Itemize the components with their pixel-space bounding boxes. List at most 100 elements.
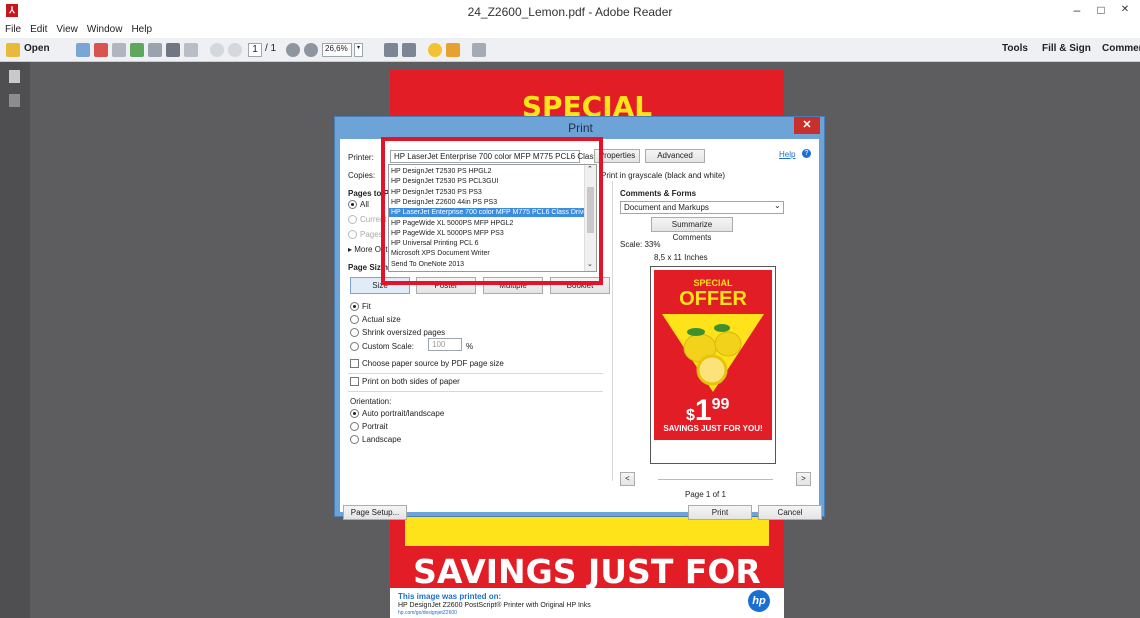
attachments-icon[interactable] xyxy=(9,94,20,107)
toolbar: Open 1 / 1 26,6% ▾ Tools Fill & Sign Com… xyxy=(0,38,1140,62)
next-page-icon[interactable] xyxy=(228,43,242,57)
summarize-comments-button[interactable]: Summarize Comments xyxy=(651,217,733,242)
grayscale-label[interactable]: Print in grayscale (black and white) xyxy=(601,171,725,180)
page-slider[interactable] xyxy=(658,479,773,480)
radio-pages-label: Pages xyxy=(360,230,383,239)
page-setup-button[interactable]: Page Setup... xyxy=(343,505,407,520)
radio-landscape[interactable] xyxy=(350,435,359,444)
radio-current-page[interactable] xyxy=(348,215,357,224)
menu-window[interactable]: Window xyxy=(82,22,127,35)
preview-offer: OFFER xyxy=(679,288,747,310)
doc-footer-line2: HP DesignJet Z2600 PostScript® Printer w… xyxy=(398,602,591,609)
cancel-button[interactable]: Cancel xyxy=(758,505,822,520)
save-icon[interactable] xyxy=(148,43,162,57)
print-icon[interactable] xyxy=(166,43,180,57)
fill-sign-link[interactable]: Fill & Sign xyxy=(1042,43,1091,57)
radio-fit[interactable] xyxy=(350,302,359,311)
menu-bar: File Edit View Window Help xyxy=(0,22,1140,38)
navigation-pane xyxy=(0,62,30,618)
page-of-label: Page 1 of 1 xyxy=(685,490,726,499)
fit-page-icon[interactable] xyxy=(402,43,416,57)
doc-footer: This image was printed on: HP DesignJet … xyxy=(390,588,784,618)
portrait-label: Portrait xyxy=(362,422,388,431)
zoom-out-icon[interactable] xyxy=(286,43,300,57)
radio-all[interactable] xyxy=(348,200,357,209)
preview-footer xyxy=(654,440,772,460)
comment-link[interactable]: Commen xyxy=(1102,43,1140,57)
menu-help[interactable]: Help xyxy=(126,22,156,35)
email-icon[interactable] xyxy=(184,43,198,57)
pages-panel-icon[interactable] xyxy=(9,70,20,83)
prev-page-button[interactable]: < xyxy=(620,472,635,486)
menu-view[interactable]: View xyxy=(51,22,82,35)
percent-label: % xyxy=(466,342,474,351)
maximize-button[interactable]: □ xyxy=(1090,0,1112,20)
shrink-label: Shrink oversized pages xyxy=(362,328,446,337)
comments-forms-heading: Comments & Forms xyxy=(620,189,697,198)
fit-label: Fit xyxy=(362,302,371,311)
doc-footer-line1: This image was printed on: xyxy=(398,592,502,601)
create-pdf-icon[interactable] xyxy=(76,43,90,57)
edit-icon[interactable] xyxy=(112,43,126,57)
comment-icon[interactable] xyxy=(428,43,442,57)
both-sides-checkbox[interactable] xyxy=(350,377,359,386)
radio-shrink[interactable] xyxy=(350,328,359,337)
window-title: 24_Z2600_Lemon.pdf - Adobe Reader xyxy=(467,5,673,19)
title-bar: ⅄ 24_Z2600_Lemon.pdf - Adobe Reader – □ … xyxy=(0,0,1140,22)
scale-label: Scale: 33% xyxy=(620,240,661,249)
auto-orientation-label: Auto portrait/landscape xyxy=(362,409,445,418)
custom-scale-input[interactable]: 100 xyxy=(428,338,462,351)
minimize-button[interactable]: – xyxy=(1066,0,1088,20)
custom-scale-label: Custom Scale: xyxy=(362,342,415,351)
radio-pages[interactable] xyxy=(348,230,357,239)
radio-actual-size[interactable] xyxy=(350,315,359,324)
zoom-input[interactable]: 26,6% xyxy=(322,43,352,57)
dialog-title: Print xyxy=(568,121,593,135)
advanced-button[interactable]: Advanced xyxy=(645,149,705,163)
menu-edit[interactable]: Edit xyxy=(25,22,51,35)
preview-savings: SAVINGS JUST FOR YOU! xyxy=(654,422,772,435)
zoom-dropdown-icon[interactable]: ▾ xyxy=(354,43,363,57)
radio-all-label: All xyxy=(360,200,369,209)
help-link[interactable]: Help xyxy=(779,150,795,159)
paper-size-label: 8,5 x 11 Inches xyxy=(654,253,708,262)
annotation-highlight-frame xyxy=(381,137,603,285)
fit-width-icon[interactable] xyxy=(384,43,398,57)
close-button[interactable]: ✕ xyxy=(1114,0,1136,20)
open-button[interactable]: Open xyxy=(24,43,50,57)
divider xyxy=(348,373,603,374)
orientation-label: Orientation: xyxy=(350,397,392,406)
both-sides-label: Print on both sides of paper xyxy=(362,377,460,386)
preview-page: SPECIAL OFFER $199 SAVINGS JUST FOR YOU! xyxy=(654,270,772,460)
radio-portrait[interactable] xyxy=(350,422,359,431)
help-icon[interactable]: ? xyxy=(802,149,811,158)
menu-file[interactable]: File xyxy=(0,22,25,35)
landscape-label: Landscape xyxy=(362,435,402,444)
zoom-in-icon[interactable] xyxy=(304,43,318,57)
print-button[interactable]: Print xyxy=(688,505,752,520)
column-divider xyxy=(612,181,613,481)
preview-price-cents: 99 xyxy=(711,396,730,413)
hp-logo-icon: hp xyxy=(748,590,770,612)
next-page-button[interactable]: > xyxy=(796,472,811,486)
dialog-close-button[interactable]: ✕ xyxy=(794,117,820,134)
folder-icon[interactable] xyxy=(6,43,20,57)
page-number-input[interactable]: 1 xyxy=(248,43,262,57)
prev-page-icon[interactable] xyxy=(210,43,224,57)
expand-icon[interactable] xyxy=(472,43,486,57)
preview-special: SPECIAL xyxy=(693,278,733,288)
print-preview: SPECIAL OFFER $199 SAVINGS JUST FOR YOU! xyxy=(650,266,776,464)
choose-paper-checkbox[interactable] xyxy=(350,359,359,368)
divider xyxy=(348,391,603,392)
export-pdf-icon[interactable] xyxy=(94,43,108,57)
share-icon[interactable] xyxy=(130,43,144,57)
tools-link[interactable]: Tools xyxy=(1002,43,1028,57)
chevron-down-icon[interactable]: ⌄ xyxy=(774,201,781,210)
comments-select[interactable]: Document and Markups xyxy=(620,201,784,214)
doc-footer-line3: hp.com/go/designjetZ2600 xyxy=(398,610,457,616)
radio-custom-scale[interactable] xyxy=(350,342,359,351)
highlight-icon[interactable] xyxy=(446,43,460,57)
choose-paper-label: Choose paper source by PDF page size xyxy=(362,359,504,368)
radio-auto-orientation[interactable] xyxy=(350,409,359,418)
actual-size-label: Actual size xyxy=(362,315,401,324)
